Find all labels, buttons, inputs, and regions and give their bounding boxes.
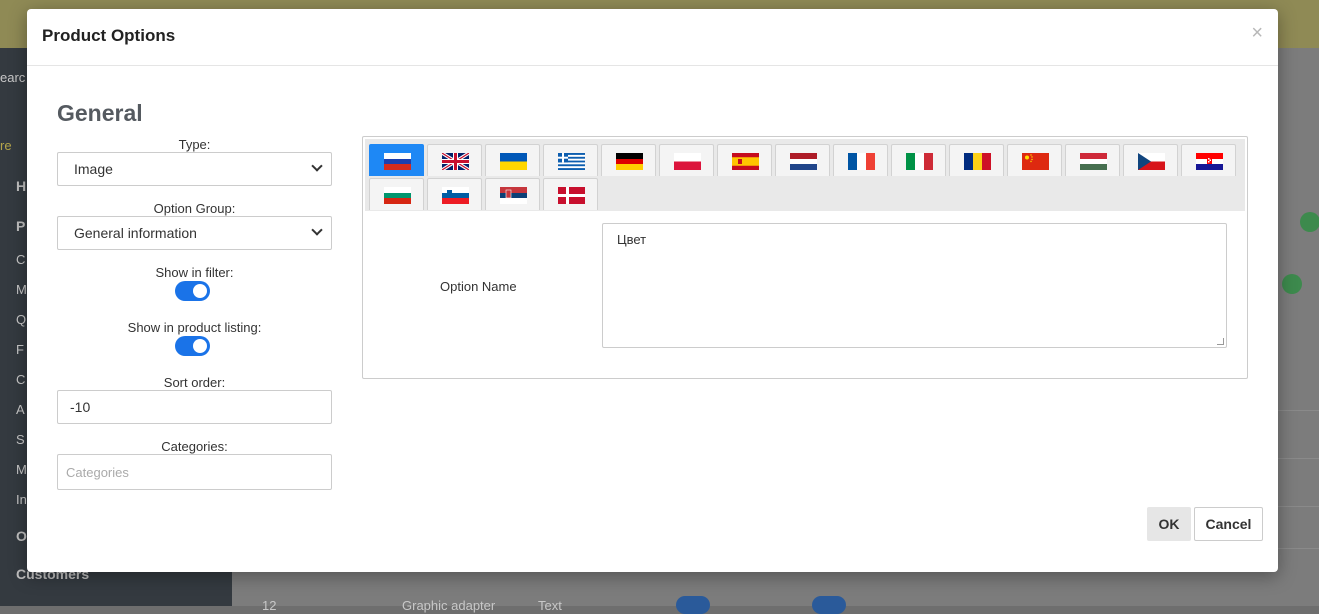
toggle-knob (193, 284, 207, 298)
background-sidebar-item: H (16, 178, 27, 194)
language-panel: Option Name Цвет (362, 136, 1248, 379)
czech-flag-icon (1138, 153, 1165, 170)
background-sidebar-item: Q (16, 312, 27, 327)
slovenia-flag-icon (442, 187, 469, 204)
poland-flag-icon (674, 153, 701, 170)
type-select-value: Image (74, 161, 113, 177)
tab-lang-cz[interactable] (1123, 144, 1178, 176)
background-search-fragment: earc (0, 70, 26, 85)
bulgaria-flag-icon (384, 187, 411, 204)
background-sidebar-item: M (16, 282, 27, 297)
background-sidebar-item: O (16, 528, 27, 544)
tab-lang-en-gb[interactable] (427, 144, 482, 176)
option-group-select-value: General information (74, 225, 197, 241)
background-toggle (812, 596, 846, 614)
toggle-knob (193, 339, 207, 353)
show-in-filter-label: Show in filter: (155, 265, 234, 280)
serbia-flag-icon (500, 187, 527, 204)
ok-button[interactable]: OK (1147, 507, 1191, 541)
product-options-modal: Product Options × General Type: Image Op… (27, 9, 1278, 572)
close-icon[interactable]: × (1251, 23, 1263, 43)
show-in-listing-toggle[interactable] (175, 336, 210, 356)
show-in-listing-label: Show in product listing: (127, 320, 262, 335)
china-flag-icon (1022, 153, 1049, 170)
italy-flag-icon (906, 153, 933, 170)
background-sidebar-item: M (16, 462, 27, 477)
chevron-down-icon (311, 224, 323, 236)
background-sidebar-item: C (16, 372, 26, 387)
tab-lang-dk[interactable] (543, 178, 598, 210)
netherlands-flag-icon (790, 153, 817, 170)
show-in-filter-toggle[interactable] (175, 281, 210, 301)
chevron-down-icon (311, 160, 323, 172)
categories-input[interactable]: Categories (57, 454, 332, 490)
option-group-label: Option Group: (153, 201, 236, 216)
option-name-label: Option Name (440, 279, 517, 294)
tab-lang-nl[interactable] (775, 144, 830, 176)
russia-flag-icon (384, 153, 411, 170)
tab-lang-gr[interactable] (543, 144, 598, 176)
tab-lang-es[interactable] (717, 144, 772, 176)
background-sidebar-item: A (16, 402, 25, 417)
sort-order-input[interactable]: -10 (57, 390, 332, 424)
tab-lang-si[interactable] (427, 178, 482, 210)
type-select[interactable]: Image (57, 152, 332, 186)
background-sidebar-item: re (0, 138, 12, 153)
tab-lang-rs[interactable] (485, 178, 540, 210)
background-sidebar-item: C (16, 252, 26, 267)
tab-lang-pl[interactable] (659, 144, 714, 176)
tab-lang-bg[interactable] (369, 178, 424, 210)
option-name-value: Цвет (617, 232, 647, 247)
uk-flag-icon (442, 153, 469, 170)
background-add-icon (1300, 212, 1319, 232)
tab-lang-cn[interactable] (1007, 144, 1062, 176)
france-flag-icon (848, 153, 875, 170)
background-sidebar-item: P (16, 218, 26, 234)
categories-placeholder: Categories (66, 465, 129, 480)
sort-order-label: Sort order: (163, 375, 226, 390)
hungary-flag-icon (1080, 153, 1107, 170)
tab-lang-ru[interactable] (369, 144, 424, 176)
background-sidebar-item: F (16, 342, 24, 357)
section-title: General (57, 100, 143, 126)
option-group-select[interactable]: General information (57, 216, 332, 250)
type-label: Type: (178, 137, 211, 152)
background-sidebar-item: In (16, 492, 27, 507)
croatia-flag-icon (1196, 153, 1223, 170)
spain-flag-icon (732, 153, 759, 170)
option-name-textarea[interactable]: Цвет (602, 223, 1227, 348)
background-share-icon (1282, 274, 1302, 294)
background-sidebar-item: S (16, 432, 25, 447)
germany-flag-icon (616, 153, 643, 170)
modal-title: Product Options (42, 26, 176, 45)
denmark-flag-icon (558, 187, 585, 204)
language-tabs (365, 139, 1245, 211)
romania-flag-icon (964, 153, 991, 170)
tab-lang-ro[interactable] (949, 144, 1004, 176)
tab-lang-it[interactable] (891, 144, 946, 176)
greece-flag-icon (558, 153, 585, 170)
resize-handle-icon[interactable] (1217, 338, 1224, 345)
categories-label: Categories: (161, 439, 228, 454)
ukraine-flag-icon (500, 153, 527, 170)
tab-lang-ua[interactable] (485, 144, 540, 176)
modal-header: Product Options × (27, 9, 1278, 66)
tab-lang-fr[interactable] (833, 144, 888, 176)
cancel-button[interactable]: Cancel (1194, 507, 1263, 541)
tab-lang-hr[interactable] (1181, 144, 1236, 176)
tab-lang-de[interactable] (601, 144, 656, 176)
background-toggle (676, 596, 710, 614)
tab-lang-hu[interactable] (1065, 144, 1120, 176)
